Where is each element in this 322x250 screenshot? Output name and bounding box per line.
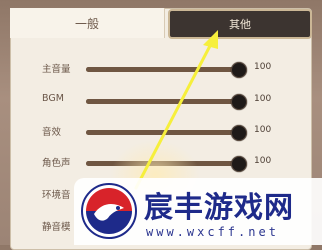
watermark-url: www.wxcff.net xyxy=(146,225,279,239)
dragon-logo-icon xyxy=(81,183,137,239)
watermark-brand: 宸丰游戏网 xyxy=(144,190,295,224)
watermark: 宸丰游戏网 www.wxcff.net xyxy=(74,178,322,245)
